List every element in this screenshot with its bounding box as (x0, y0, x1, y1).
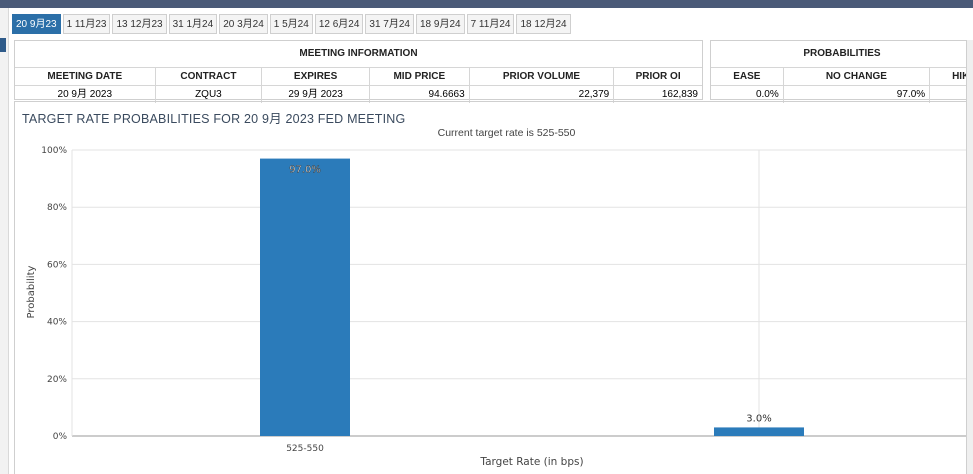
scrollbar-edge[interactable] (966, 40, 973, 474)
x-tick-label: 525-550 (286, 444, 324, 454)
bar-data-labels: 97.0% 3.0% (289, 164, 772, 424)
x-axis-tick-labels: 525-550 (286, 444, 324, 454)
y-tick-label: 100% (41, 146, 67, 156)
y-tick-label: 20% (47, 375, 67, 385)
bar-data-label: 97.0% (289, 165, 321, 176)
bar-525-550[interactable] (260, 158, 350, 436)
y-axis-tick-labels: 0% 20% 40% 60% 80% 100% (41, 146, 67, 442)
y-tick-label: 60% (47, 260, 67, 270)
y-tick-label: 40% (47, 318, 67, 328)
x-axis-label: Target Rate (in bps) (479, 456, 583, 468)
bar-550-575[interactable] (714, 427, 804, 436)
y-axis-label: Probability (26, 265, 37, 318)
probability-bar-chart: 0% 20% 40% 60% 80% 100% 525-550 97.0% 3.0% Pro… (26, 146, 966, 468)
y-tick-label: 0% (53, 432, 68, 442)
chart-bars (260, 158, 804, 436)
bar-data-label: 3.0% (746, 413, 771, 424)
chart-gridlines (71, 149, 966, 437)
y-tick-label: 80% (47, 203, 67, 213)
